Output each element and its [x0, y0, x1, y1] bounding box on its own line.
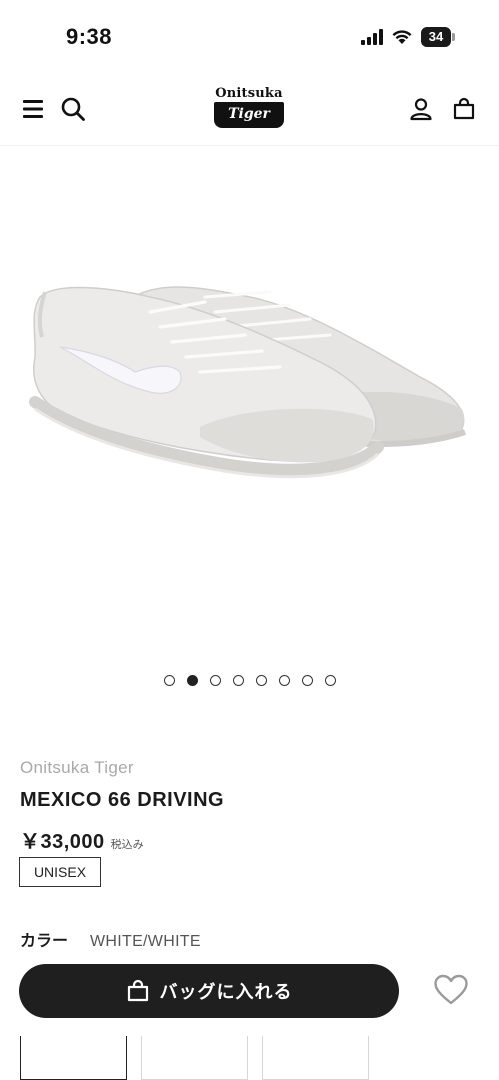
product-brand: Onitsuka Tiger: [20, 758, 134, 777]
bag-icon: [453, 97, 475, 120]
bag-icon: [127, 979, 148, 1002]
menu-button[interactable]: [18, 94, 48, 124]
carousel-indicator: [0, 675, 499, 689]
carousel-dot[interactable]: [163, 675, 175, 686]
carousel-dot[interactable]: [301, 675, 313, 686]
wifi-icon: [392, 30, 412, 44]
account-button[interactable]: [406, 94, 436, 124]
carousel-dot[interactable]: [278, 675, 290, 686]
carousel-dot-active[interactable]: [186, 675, 198, 686]
sneaker-illustration: [29, 286, 466, 479]
account-icon: [410, 98, 432, 121]
status-indicators: 34: [361, 27, 455, 47]
product-image[interactable]: [0, 147, 499, 667]
color-row: カラー WHITE/WHITE: [20, 927, 201, 951]
logo-badge: Tiger: [214, 102, 284, 128]
menu-icon: [23, 100, 43, 118]
tax-note: 税込み: [110, 838, 144, 851]
product-name: MEXICO 66 DRIVING: [20, 789, 225, 811]
color-swatch-selected[interactable]: [20, 1036, 127, 1080]
search-icon: [61, 97, 85, 121]
app-header: Onitsuka Tiger: [0, 72, 499, 146]
gender-tag: UNISEX: [19, 857, 101, 887]
color-label: カラー: [20, 931, 69, 950]
cart-button[interactable]: [449, 94, 479, 124]
battery-level: 34: [421, 27, 451, 47]
add-to-bag-button[interactable]: バッグに入れる: [19, 964, 399, 1018]
color-swatches: [20, 1036, 369, 1080]
logo-wordmark: Onitsuka: [215, 86, 283, 101]
heart-icon: [434, 974, 468, 1005]
wishlist-button[interactable]: [430, 970, 472, 1010]
product-price: ￥33,000: [20, 831, 105, 853]
onitsuka-tiger-logo[interactable]: Onitsuka Tiger: [212, 86, 286, 132]
search-button[interactable]: [58, 94, 88, 124]
carousel-dot[interactable]: [255, 675, 267, 686]
status-time: 9:38: [66, 24, 113, 49]
carousel-dot[interactable]: [232, 675, 244, 686]
signal-icon: [361, 29, 383, 45]
status-bar: 9:38 34: [0, 0, 499, 72]
price-row: ￥33,000 税込み: [20, 825, 144, 854]
carousel-dot[interactable]: [209, 675, 221, 686]
color-swatch[interactable]: [141, 1036, 248, 1080]
color-swatch[interactable]: [262, 1036, 369, 1080]
add-to-bag-label: バッグに入れる: [159, 982, 293, 1003]
color-value: WHITE/WHITE: [90, 933, 201, 950]
battery-icon: 34: [421, 27, 455, 47]
carousel-dot[interactable]: [324, 675, 336, 686]
